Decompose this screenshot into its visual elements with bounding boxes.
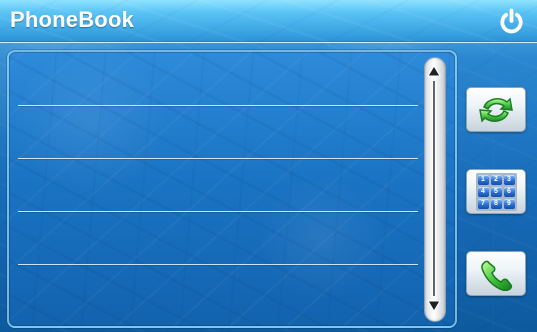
keypad-button[interactable]: 1 2 3 4 5 6 7 8 9	[466, 169, 526, 214]
list-item[interactable]	[18, 106, 418, 159]
list-item[interactable]	[18, 159, 418, 212]
keypad-key: 1	[477, 174, 489, 185]
scroll-groove	[433, 81, 435, 296]
keypad-key: 7	[477, 198, 489, 209]
keypad-key: 8	[490, 198, 502, 209]
refresh-icon	[479, 96, 513, 123]
scroll-down-button[interactable]	[426, 298, 442, 314]
page-title: PhoneBook	[10, 7, 135, 32]
keypad-key: 2	[490, 174, 502, 185]
triangle-down-icon	[427, 300, 441, 312]
phonebook-screen: PhoneBook 1 2 3 4 5 6 7 8 9	[0, 0, 537, 332]
scroll-track[interactable]	[424, 57, 446, 322]
refresh-button[interactable]	[466, 87, 526, 132]
triangle-up-icon	[427, 65, 441, 77]
call-button[interactable]	[466, 251, 526, 296]
title-bar: PhoneBook	[0, 0, 537, 43]
list-item[interactable]	[18, 212, 418, 265]
keypad-key: 5	[490, 186, 502, 197]
vertical-scrollbar[interactable]	[423, 57, 446, 322]
keypad-key: 4	[477, 186, 489, 197]
keypad-icon: 1 2 3 4 5 6 7 8 9	[475, 172, 517, 211]
scroll-up-button[interactable]	[426, 63, 442, 79]
list-item[interactable]	[18, 53, 418, 106]
power-icon	[499, 8, 523, 33]
keypad-key: 3	[503, 174, 515, 185]
contact-list	[18, 53, 418, 321]
list-item[interactable]	[18, 265, 418, 318]
keypad-key: 6	[503, 186, 515, 197]
power-button[interactable]	[496, 6, 526, 36]
keypad-key: 9	[503, 198, 515, 209]
side-action-buttons: 1 2 3 4 5 6 7 8 9	[466, 87, 526, 298]
contact-list-panel	[7, 50, 457, 328]
phone-call-icon	[481, 260, 513, 291]
